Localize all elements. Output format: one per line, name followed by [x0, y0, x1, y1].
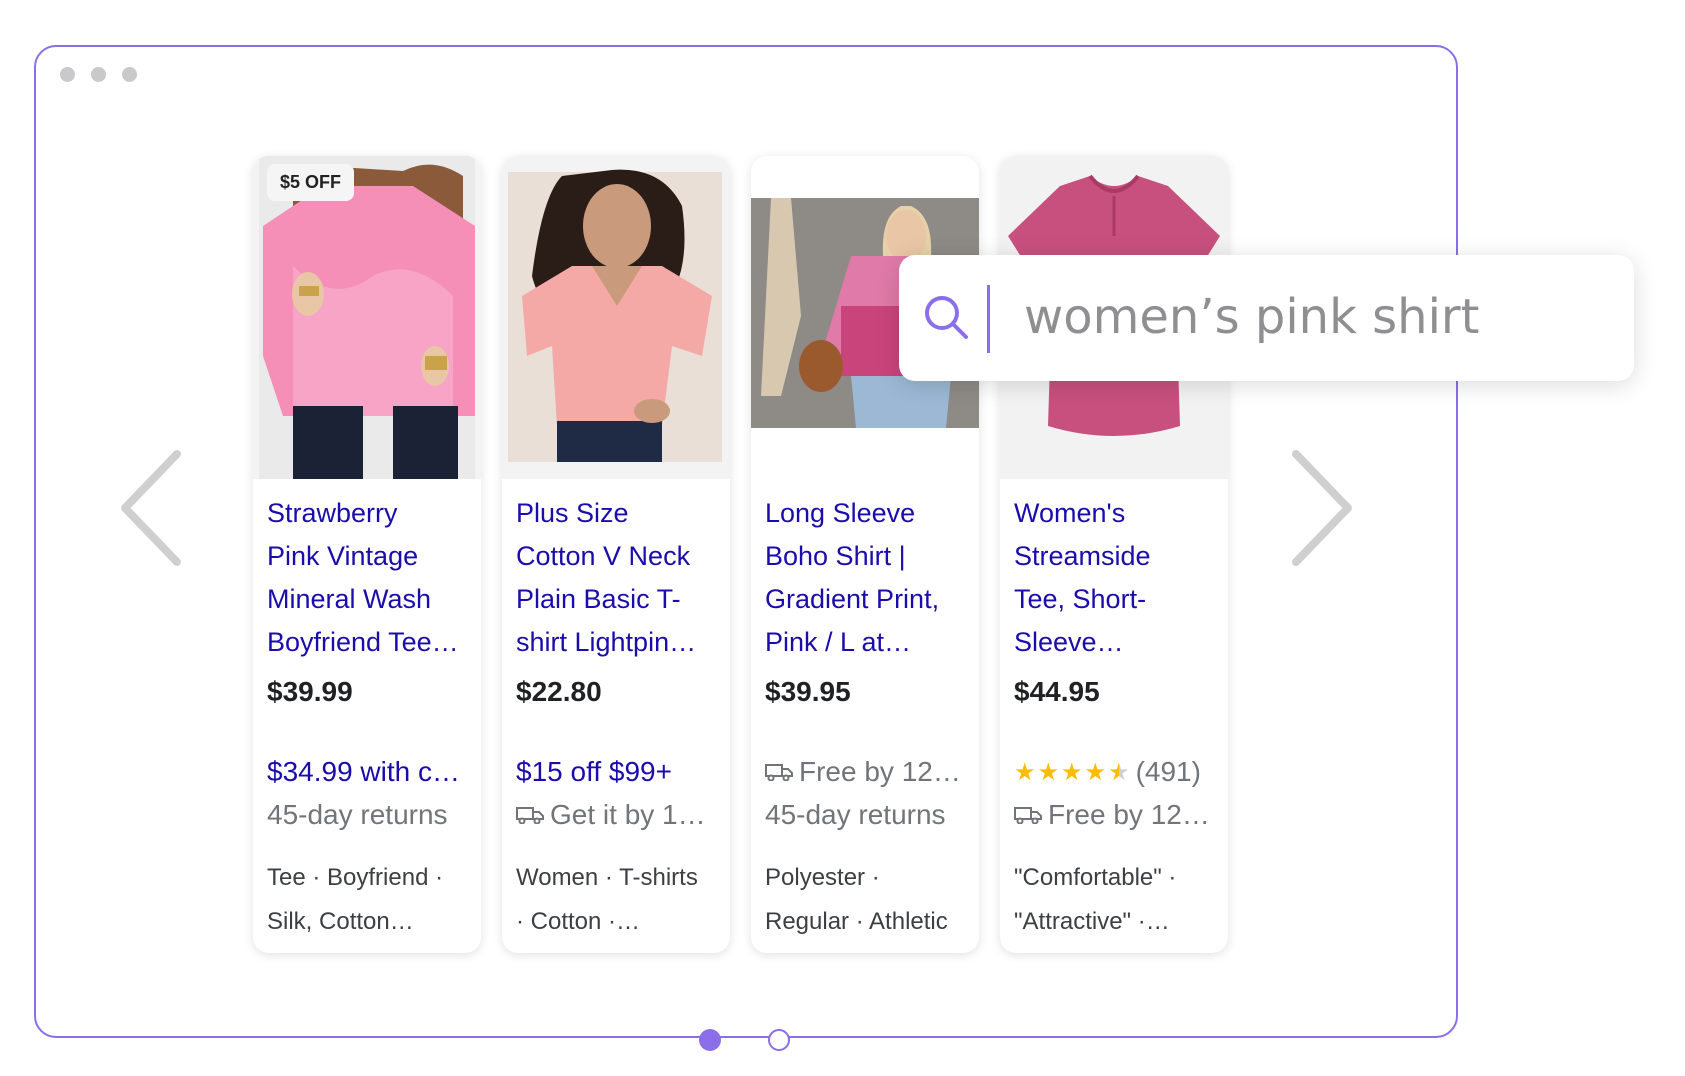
- carousel-next-button[interactable]: [1290, 448, 1356, 568]
- text-caret: [987, 285, 990, 353]
- returns-text: 45-day returns: [765, 799, 946, 830]
- product-tags: Tee · Boyfriend · Silk, Cotton…: [267, 864, 444, 935]
- product-card[interactable]: $5 OFF Strawberry Pink Vintage Mineral W…: [253, 156, 481, 953]
- chevron-right-icon: [1292, 450, 1352, 566]
- search-icon[interactable]: [921, 292, 971, 342]
- discount-badge: $5 OFF: [267, 164, 355, 201]
- product-tags: "Comfortable" · "Attractive" ·…: [1014, 864, 1177, 935]
- product-price: $39.95: [765, 676, 851, 707]
- product-title[interactable]: Strawberry Pink Vintage Mineral Wash Boy…: [267, 492, 472, 664]
- search-input[interactable]: women’s pink shirt: [1024, 289, 1479, 345]
- truck-icon: [516, 807, 544, 824]
- product-price: $22.80: [516, 676, 602, 707]
- product-card[interactable]: Plus Size Cotton V Neck Plain Basic T- s…: [502, 156, 730, 953]
- search-bar[interactable]: women’s pink shirt: [899, 255, 1634, 381]
- rating: ★ ★ ★ ★ ★ (491): [1014, 756, 1224, 788]
- promo-text: $15 off $99+: [516, 756, 672, 787]
- product-image[interactable]: $5 OFF: [253, 156, 481, 479]
- browser-window: [34, 45, 1458, 1038]
- promo-text: $34.99 with c…: [267, 756, 460, 787]
- delivery-info: Free by 12…: [1014, 799, 1224, 831]
- truck-icon: [765, 764, 793, 781]
- product-title[interactable]: Plus Size Cotton V Neck Plain Basic T- s…: [516, 492, 721, 664]
- chevron-left-icon: [121, 450, 181, 566]
- delivery-info: Get it by 1…: [516, 799, 726, 831]
- star-icon: ★: [1014, 758, 1036, 786]
- product-title[interactable]: Long Sleeve Boho Shirt | Gradient Print,…: [765, 492, 970, 664]
- star-icon: ★: [1084, 758, 1107, 786]
- pager-dot[interactable]: [768, 1029, 790, 1051]
- star-icon: ★: [1061, 758, 1083, 786]
- product-price: $44.95: [1014, 676, 1100, 707]
- carousel-prev-button[interactable]: [117, 448, 183, 568]
- window-dot[interactable]: [122, 67, 137, 82]
- rating-count: (491): [1135, 756, 1201, 787]
- product-title[interactable]: Women's Streamside Tee, Short- Sleeve…: [1014, 492, 1219, 664]
- star-icon: ★: [1037, 758, 1060, 786]
- product-tags: Women · T-shirts · Cotton ·…: [516, 864, 698, 935]
- pager-dot-active[interactable]: [699, 1029, 721, 1051]
- window-controls: [60, 67, 137, 82]
- window-dot[interactable]: [60, 67, 75, 82]
- window-dot[interactable]: [91, 67, 106, 82]
- delivery-info: Free by 12…: [765, 756, 975, 788]
- product-tags: Polyester · Regular · Athletic: [765, 864, 948, 935]
- returns-text: 45-day returns: [267, 799, 448, 830]
- star-rating: ★ ★ ★ ★ ★: [1014, 758, 1130, 787]
- product-image[interactable]: [502, 156, 730, 479]
- half-star-icon: ★: [1108, 758, 1130, 786]
- truck-icon: [1014, 807, 1042, 824]
- product-price: $39.99: [267, 676, 353, 707]
